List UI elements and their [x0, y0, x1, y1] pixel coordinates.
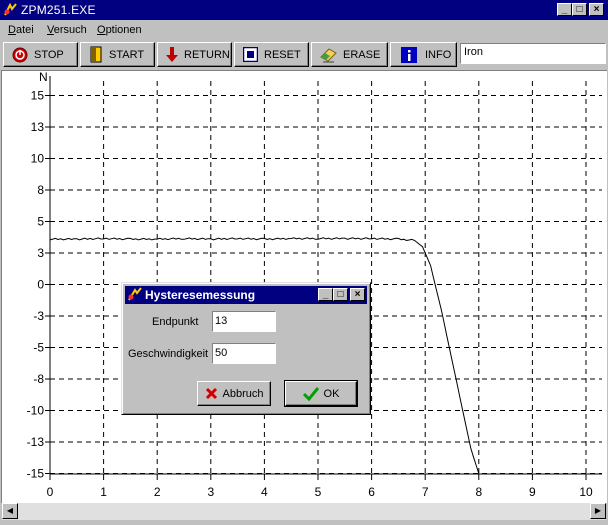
y-tick-label: -10 [27, 404, 45, 418]
y-tick-label: 10 [31, 152, 45, 166]
x-tick-label: 3 [207, 485, 214, 499]
reset-label: RESET [264, 48, 301, 61]
x-tick-label: 4 [261, 485, 268, 499]
start-icon [90, 46, 102, 63]
start-button[interactable]: START [80, 42, 155, 67]
y-tick-label: 5 [37, 215, 44, 229]
minimize-button[interactable]: _ [557, 3, 572, 16]
geschwindigkeit-label: Geschwindigkeit [128, 348, 209, 360]
erase-button[interactable]: ERASE [311, 42, 388, 67]
start-label: START [109, 48, 145, 61]
maximize-button[interactable]: □ [572, 3, 587, 16]
cancel-x-icon [205, 387, 217, 400]
y-tick-label: 0 [37, 278, 44, 292]
return-label: RETURN [184, 48, 230, 61]
dialog-close-button[interactable]: × [350, 288, 365, 301]
y-tick-label: 3 [37, 246, 44, 260]
y-tick-label: -5 [33, 341, 44, 355]
x-tick-label: 6 [368, 485, 375, 499]
x-tick-label: 9 [529, 485, 536, 499]
info-button[interactable]: INFO [390, 42, 457, 67]
x-tick-label: 2 [154, 485, 161, 499]
stop-button[interactable]: STOP [3, 42, 78, 67]
geschwindigkeit-field[interactable]: 50 [212, 343, 276, 364]
y-tick-label: 13 [31, 120, 45, 134]
checkmark-icon [302, 386, 319, 401]
ok-button[interactable]: OK [284, 380, 358, 407]
cancel-button[interactable]: Abbruch [197, 381, 271, 406]
menu-bar: Datei Versuch Optionen [0, 20, 608, 40]
ok-label: OK [323, 387, 340, 400]
dialog-titlebar: Hysteresemessung _ □ × [125, 286, 367, 304]
close-button[interactable]: × [589, 3, 604, 16]
return-arrow-icon [166, 46, 178, 62]
dialog-maximize-button[interactable]: □ [333, 288, 348, 301]
endpunkt-label: Endpunkt [152, 316, 199, 328]
y-tick-label: -15 [27, 467, 45, 481]
scroll-right-button[interactable]: ▶ [590, 503, 606, 519]
info-icon [401, 46, 417, 63]
y-axis-label: N [39, 71, 48, 84]
reset-icon [243, 47, 258, 62]
return-button[interactable]: RETURN [157, 42, 232, 67]
hysteresis-dialog: Hysteresemessung _ □ × Endpunkt 13 Gesch… [121, 282, 371, 415]
cancel-label: Abbruch [222, 387, 264, 400]
stop-label: STOP [34, 48, 64, 61]
x-tick-label: 5 [315, 485, 322, 499]
y-tick-label: 15 [31, 89, 45, 103]
menu-versuch[interactable]: Versuch [47, 24, 87, 36]
scroll-left-button[interactable]: ◀ [2, 503, 18, 519]
window-title: ZPM251.EXE [21, 3, 96, 17]
x-tick-label: 1 [100, 485, 107, 499]
dialog-minimize-button[interactable]: _ [318, 288, 333, 301]
x-tick-label: 8 [475, 485, 482, 499]
material-input[interactable]: Iron [460, 43, 606, 64]
menu-optionen[interactable]: Optionen [97, 24, 142, 36]
y-tick-label: -8 [33, 372, 44, 386]
app-icon [3, 3, 18, 17]
erase-label: ERASE [343, 48, 381, 61]
info-label: INFO [425, 48, 452, 61]
y-tick-label: 8 [37, 183, 44, 197]
reset-button[interactable]: RESET [234, 42, 309, 67]
x-tick-label: 7 [422, 485, 429, 499]
horizontal-scrollbar[interactable]: ◀ ▶ [2, 503, 606, 520]
menu-datei[interactable]: Datei [8, 24, 34, 36]
erase-icon [320, 47, 337, 62]
dialog-app-icon [128, 287, 142, 301]
x-tick-label: 0 [47, 485, 54, 499]
window-titlebar: ZPM251.EXE _ □ × [0, 0, 608, 20]
dialog-title: Hysteresemessung [145, 288, 256, 302]
stop-icon [12, 47, 28, 62]
endpunkt-field[interactable]: 13 [212, 311, 276, 332]
y-tick-label: -3 [33, 309, 44, 323]
x-tick-label: 10 [579, 485, 593, 499]
y-tick-label: -13 [27, 435, 45, 449]
